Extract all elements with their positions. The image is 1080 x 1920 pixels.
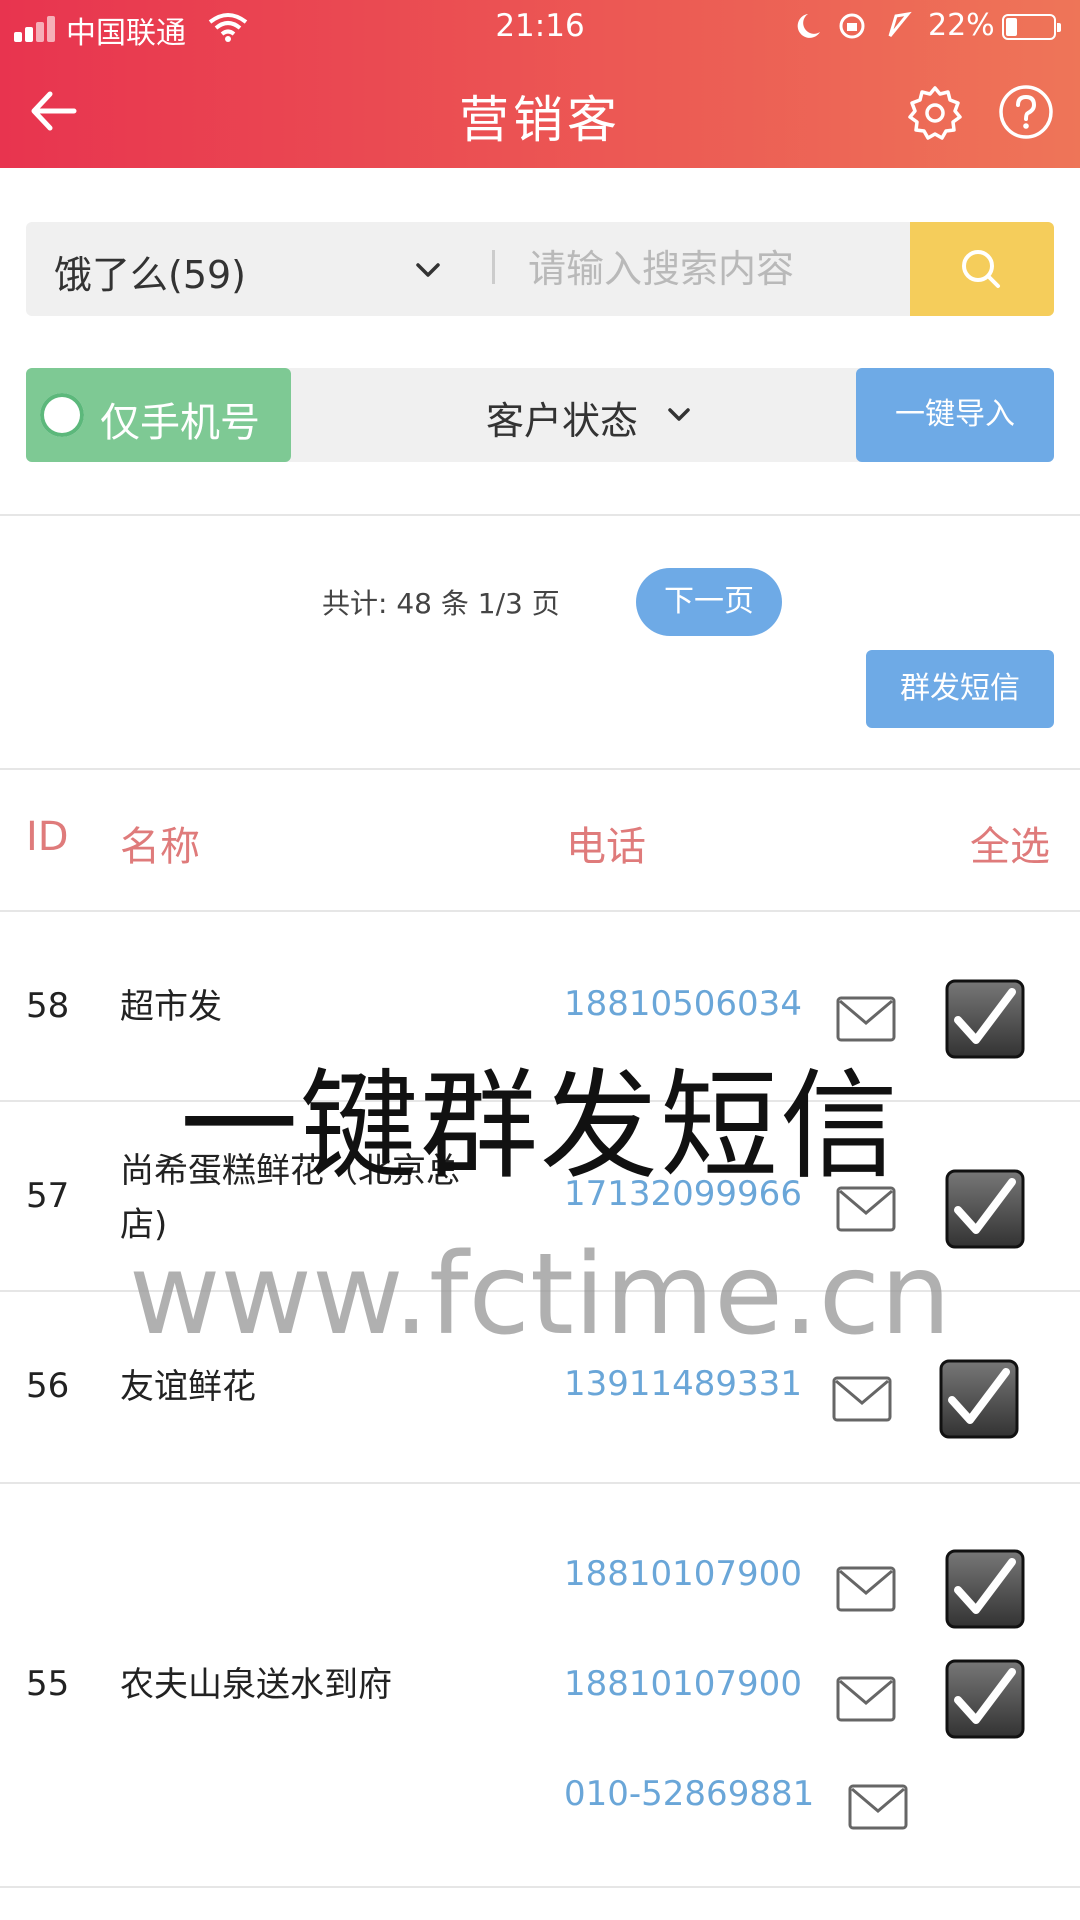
status-bar: 中国联通 21:16 22% bbox=[0, 0, 1080, 56]
divider bbox=[0, 910, 1080, 912]
divider bbox=[0, 514, 1080, 516]
toggle-label: 仅手机号 bbox=[100, 400, 260, 446]
toggle-knob bbox=[40, 393, 84, 437]
phone-only-toggle[interactable]: 仅手机号 bbox=[26, 368, 291, 462]
divider bbox=[0, 768, 1080, 770]
divider bbox=[492, 250, 495, 284]
app-header: 中国联通 21:16 22% 营销客 bbox=[0, 0, 1080, 168]
search-button[interactable] bbox=[910, 222, 1054, 316]
overlay-caption: 一键群发短信 bbox=[179, 1057, 900, 1195]
status-icons bbox=[797, 11, 912, 39]
row-phone[interactable]: 010-52869881 bbox=[564, 1774, 814, 1814]
mail-icon[interactable] bbox=[848, 1784, 908, 1830]
row-phone[interactable]: 13911489331 bbox=[564, 1364, 802, 1404]
column-header-name: 名称 bbox=[120, 824, 200, 870]
column-header-phone: 电话 bbox=[566, 824, 646, 870]
column-header-id: ID bbox=[26, 814, 69, 860]
row-id: 58 bbox=[26, 986, 70, 1026]
row-phone[interactable]: 18810107900 bbox=[564, 1554, 802, 1594]
one-click-import-button[interactable]: 一键导入 bbox=[856, 368, 1054, 462]
mail-icon[interactable] bbox=[832, 1376, 892, 1422]
filter-bar: 仅手机号 客户状态 一键导入 bbox=[26, 368, 1054, 462]
battery-percent: 22% bbox=[928, 8, 995, 43]
help-icon[interactable] bbox=[998, 84, 1054, 140]
row-phone[interactable]: 18810107900 bbox=[564, 1664, 802, 1704]
chevron-down-icon[interactable] bbox=[410, 252, 446, 288]
row-phone[interactable]: 18810506034 bbox=[564, 984, 802, 1024]
row-name: 超市发 bbox=[120, 987, 222, 1027]
divider bbox=[0, 1482, 1080, 1484]
checkbox-checked-icon[interactable] bbox=[944, 1658, 1026, 1740]
total-count: 共计: 48 条 1/3 页 bbox=[322, 587, 560, 620]
select-all[interactable]: 全选 bbox=[970, 814, 1050, 872]
row-id: 56 bbox=[26, 1366, 70, 1406]
source-select[interactable]: 饿了么(59) bbox=[54, 244, 246, 299]
divider bbox=[0, 1886, 1080, 1888]
mail-icon[interactable] bbox=[836, 1566, 896, 1612]
checkbox-checked-icon[interactable] bbox=[938, 1358, 1020, 1440]
mass-sms-button[interactable]: 群发短信 bbox=[866, 650, 1054, 728]
search-input[interactable] bbox=[526, 238, 920, 300]
watermark-url: www.fctime.cn bbox=[128, 1230, 952, 1360]
customer-status-dropdown[interactable]: 客户状态 bbox=[486, 390, 638, 445]
checkbox-checked-icon[interactable] bbox=[944, 1548, 1026, 1630]
gear-icon[interactable] bbox=[906, 84, 964, 142]
row-name: 农夫山泉送水到府 bbox=[120, 1665, 392, 1705]
battery-icon bbox=[1002, 14, 1061, 40]
search-icon bbox=[962, 250, 1000, 288]
row-id: 55 bbox=[26, 1664, 70, 1704]
row-name: 友谊鲜花 bbox=[120, 1367, 256, 1407]
search-bar: 饿了么(59) bbox=[26, 222, 1054, 316]
mail-icon[interactable] bbox=[836, 1676, 896, 1722]
chevron-down-icon[interactable] bbox=[662, 398, 696, 432]
next-page-button[interactable]: 下一页 bbox=[636, 568, 782, 636]
